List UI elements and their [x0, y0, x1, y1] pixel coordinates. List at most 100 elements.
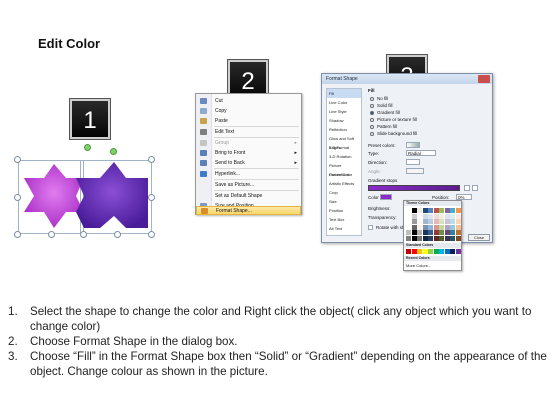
theme-color-swatch[interactable] [433, 219, 439, 224]
standard-color-swatch[interactable] [444, 249, 450, 254]
theme-color-swatch[interactable] [428, 235, 433, 241]
theme-color-swatch[interactable] [439, 224, 444, 230]
theme-color-swatch[interactable] [411, 208, 417, 213]
category-text-box[interactable]: Text Box [327, 215, 361, 224]
category-position[interactable]: Position [327, 206, 361, 215]
theme-color-swatch[interactable] [455, 213, 461, 219]
theme-color-swatch[interactable] [450, 213, 455, 219]
standard-color-swatch[interactable] [455, 249, 461, 254]
radio-solid-fill[interactable] [370, 104, 374, 108]
resize-handle[interactable] [80, 231, 87, 238]
theme-color-swatch[interactable] [417, 213, 422, 219]
theme-color-swatch[interactable] [417, 235, 422, 241]
theme-color-swatch[interactable] [406, 224, 411, 230]
category-picture-corrections[interactable]: Picture Corrections [327, 161, 361, 177]
radio-no-fill[interactable] [370, 97, 374, 101]
angle-field[interactable] [406, 168, 424, 174]
theme-color-swatch[interactable] [450, 219, 455, 224]
standard-color-swatch[interactable] [428, 249, 433, 254]
resize-handle[interactable] [114, 231, 121, 238]
theme-color-swatch[interactable] [444, 213, 450, 219]
theme-color-swatch[interactable] [406, 235, 411, 241]
standard-color-swatch[interactable] [411, 249, 417, 254]
standard-color-swatch[interactable] [439, 249, 444, 254]
resize-handle[interactable] [148, 156, 155, 163]
resize-handle[interactable] [148, 231, 155, 238]
menu-item-cut[interactable]: Cut [196, 96, 301, 106]
category-3d-format[interactable]: 3-D Format [327, 143, 361, 152]
direction-dropdown[interactable] [406, 159, 420, 165]
theme-color-swatch[interactable] [433, 235, 439, 241]
theme-color-swatch[interactable] [406, 213, 411, 219]
selected-shapes[interactable] [14, 144, 158, 240]
category-line-color[interactable]: Line Color [327, 98, 361, 107]
theme-color-swatch[interactable] [406, 208, 411, 213]
theme-color-swatch[interactable] [450, 235, 455, 241]
menu-item-save-as-picture[interactable]: Save as Picture... [196, 180, 301, 190]
theme-color-swatch[interactable] [417, 208, 422, 213]
category-crop[interactable]: Crop [327, 188, 361, 197]
rotation-handle-left[interactable] [84, 144, 91, 151]
theme-color-swatch[interactable] [422, 224, 428, 230]
theme-color-swatch[interactable] [444, 224, 450, 230]
category-reflection[interactable]: Reflection [327, 125, 361, 134]
theme-color-swatch[interactable] [444, 230, 450, 235]
radio-slide-background-fill[interactable] [370, 132, 374, 136]
theme-color-swatch[interactable] [417, 230, 422, 235]
theme-color-swatch[interactable] [417, 224, 422, 230]
theme-color-swatch[interactable] [433, 208, 439, 213]
theme-color-swatch[interactable] [439, 230, 444, 235]
theme-color-swatch[interactable] [428, 230, 433, 235]
rotate-with-shape-checkbox[interactable] [368, 225, 373, 230]
preset-colors-dropdown[interactable] [406, 142, 420, 148]
rotation-handle-right[interactable] [110, 148, 117, 155]
theme-color-swatch[interactable] [428, 219, 433, 224]
theme-color-swatch[interactable] [411, 219, 417, 224]
theme-color-swatch[interactable] [411, 235, 417, 241]
theme-color-swatch[interactable] [444, 219, 450, 224]
resize-handle[interactable] [148, 194, 155, 201]
resize-handle[interactable] [14, 194, 21, 201]
menu-item-group[interactable]: Group ▸ [196, 138, 301, 148]
theme-color-swatch[interactable] [433, 224, 439, 230]
theme-color-swatch[interactable] [422, 213, 428, 219]
theme-color-swatch[interactable] [450, 224, 455, 230]
radio-gradient-fill[interactable] [370, 111, 374, 115]
category-artistic-effects[interactable]: Artistic Effects [327, 179, 361, 188]
theme-color-swatch[interactable] [428, 213, 433, 219]
theme-color-swatch[interactable] [444, 235, 450, 241]
standard-color-swatch[interactable] [406, 249, 411, 254]
theme-color-swatch[interactable] [450, 230, 455, 235]
category-picture-color[interactable]: Picture Color [327, 170, 361, 179]
theme-color-swatch[interactable] [439, 235, 444, 241]
theme-color-swatch[interactable] [455, 230, 461, 235]
theme-color-swatch[interactable] [439, 213, 444, 219]
theme-color-swatch[interactable] [422, 208, 428, 213]
standard-color-swatch[interactable] [417, 249, 422, 254]
theme-color-swatch[interactable] [428, 208, 433, 213]
theme-color-swatch[interactable] [411, 224, 417, 230]
theme-color-swatch[interactable] [406, 219, 411, 224]
menu-item-format-shape[interactable]: Format Shape... [196, 206, 301, 215]
theme-color-swatch[interactable] [439, 208, 444, 213]
category-glow[interactable]: Glow and Soft Edges [327, 134, 361, 150]
menu-item-bring-to-front[interactable]: Bring to Front ▸ [196, 148, 301, 158]
theme-color-swatch[interactable] [455, 224, 461, 230]
category-fill[interactable]: Fill [327, 89, 361, 98]
theme-color-swatch[interactable] [433, 230, 439, 235]
more-colors-link[interactable]: More Colors... [406, 263, 431, 268]
close-button[interactable]: Close [468, 234, 490, 241]
theme-color-swatch[interactable] [422, 235, 428, 241]
category-3d-rotation[interactable]: 3-D Rotation [327, 152, 361, 161]
theme-color-swatch[interactable] [455, 219, 461, 224]
standard-color-swatch[interactable] [450, 249, 455, 254]
color-picker-button[interactable] [380, 194, 392, 200]
resize-handle[interactable] [14, 231, 21, 238]
theme-color-swatch[interactable] [444, 208, 450, 213]
category-alt-text[interactable]: Alt Text [327, 224, 361, 233]
standard-color-swatch[interactable] [422, 249, 428, 254]
menu-item-set-default-shape[interactable]: Set as Default Shape [196, 191, 301, 201]
remove-stop-button[interactable] [472, 185, 478, 191]
menu-item-edit-text[interactable]: Edit Text [196, 127, 301, 137]
theme-color-swatch[interactable] [428, 224, 433, 230]
